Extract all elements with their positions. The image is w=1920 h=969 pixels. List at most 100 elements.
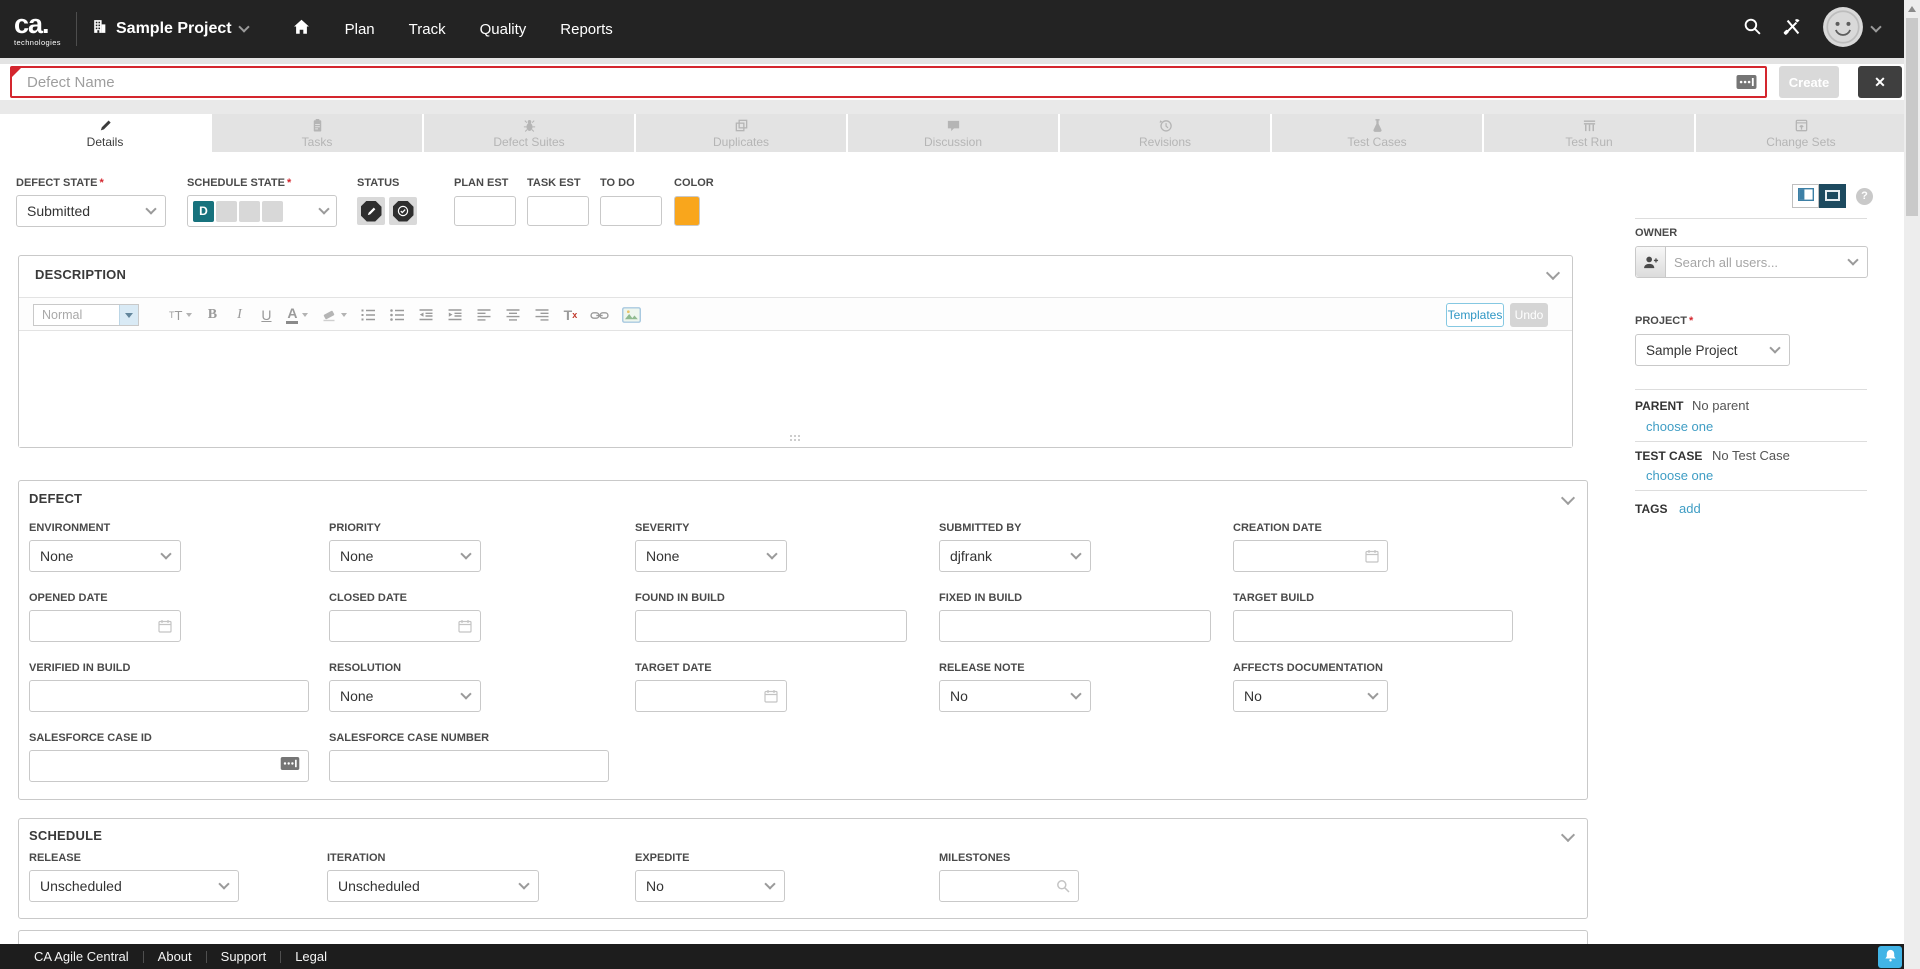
resolution-select[interactable]: None (329, 680, 481, 712)
affects-documentation-select[interactable]: No (1233, 680, 1388, 712)
help-button[interactable]: ? (1856, 188, 1873, 205)
release-label: RELEASE (29, 852, 81, 864)
fullscreen-editor-icon[interactable] (1736, 75, 1757, 94)
nav-item-track[interactable]: Track (409, 21, 446, 38)
status-label: STATUS (357, 177, 399, 189)
align-left-icon[interactable] (476, 308, 492, 322)
templates-button[interactable]: Templates (1446, 303, 1504, 327)
scroll-up-arrow[interactable] (1908, 6, 1916, 12)
collapse-chevron-icon[interactable] (1546, 266, 1560, 280)
collapse-chevron-icon[interactable] (1561, 491, 1575, 505)
task-est-input[interactable] (527, 196, 589, 226)
align-right-icon[interactable] (534, 308, 550, 322)
release-note-select[interactable]: No (939, 680, 1091, 712)
footer-link-support[interactable]: Support (221, 949, 267, 964)
layout-full-toggle[interactable] (1819, 184, 1846, 208)
chevron-down-icon (518, 878, 529, 889)
schedule-state-select[interactable]: D (187, 195, 337, 227)
search-icon[interactable] (1743, 17, 1762, 41)
font-size-button[interactable]: TT (169, 308, 192, 323)
tags-add-link[interactable]: add (1679, 501, 1701, 516)
environment-select[interactable]: None (29, 540, 181, 572)
project-chooser-label: Sample Project (116, 20, 232, 38)
status-blocked-button[interactable] (357, 197, 385, 225)
milestones-search-input[interactable] (939, 870, 1079, 902)
owner-combobox[interactable] (1635, 246, 1868, 278)
eraser-button[interactable] (321, 308, 347, 322)
tab-tasks[interactable]: Tasks (212, 114, 422, 152)
footer-link-about[interactable]: About (158, 949, 192, 964)
layout-split-toggle[interactable] (1792, 184, 1819, 208)
iteration-select[interactable]: Unscheduled (327, 870, 539, 902)
notifications-button[interactable] (1878, 946, 1902, 968)
footer-link-ca-agile-central[interactable]: CA Agile Central (34, 949, 129, 964)
undo-button[interactable]: Undo (1510, 303, 1548, 327)
scrollbar-thumb[interactable] (1906, 18, 1918, 216)
resize-grip[interactable] (790, 435, 802, 443)
defect-state-select[interactable]: Submitted (16, 195, 166, 227)
tools-icon[interactable] (1782, 17, 1802, 42)
bold-button[interactable]: B (205, 307, 219, 323)
calendar-icon (158, 619, 172, 633)
link-icon[interactable] (590, 310, 609, 321)
user-menu[interactable] (1822, 6, 1880, 53)
bullet-list-icon[interactable] (389, 308, 405, 322)
create-button[interactable]: Create (1779, 66, 1839, 98)
italic-button[interactable]: I (232, 307, 246, 323)
insert-image-icon[interactable] (622, 307, 641, 323)
collapse-chevron-icon[interactable] (1561, 828, 1575, 842)
creation-date-input[interactable] (1233, 540, 1388, 572)
tab-test-run[interactable]: Test Run (1484, 114, 1694, 152)
tab-defect-suites[interactable]: Defect Suites (424, 114, 634, 152)
project-chooser[interactable]: Sample Project (91, 18, 248, 40)
target-build-input[interactable] (1233, 610, 1513, 642)
tab-discussion[interactable]: Discussion (848, 114, 1058, 152)
font-color-button[interactable]: A (286, 306, 308, 324)
indent-icon[interactable] (447, 308, 463, 322)
description-editor[interactable] (19, 332, 1572, 447)
color-swatch[interactable] (674, 196, 700, 226)
align-center-icon[interactable] (505, 308, 521, 322)
found-in-build-input[interactable] (635, 610, 907, 642)
tab-test-cases[interactable]: Test Cases (1272, 114, 1482, 152)
closed-date-input[interactable] (329, 610, 481, 642)
nav-item-quality[interactable]: Quality (480, 21, 527, 38)
nav-item-reports[interactable]: Reports (560, 21, 613, 38)
add-user-icon[interactable] (1636, 247, 1666, 277)
verified-in-build-input[interactable] (29, 680, 309, 712)
project-select[interactable]: Sample Project (1635, 334, 1790, 366)
fullscreen-editor-icon[interactable] (280, 757, 300, 775)
outdent-icon[interactable] (418, 308, 434, 322)
tab-details[interactable]: Details (0, 114, 210, 152)
to-do-input[interactable] (600, 196, 662, 226)
tab-revisions[interactable]: Revisions (1060, 114, 1270, 152)
home-button[interactable] (292, 18, 311, 41)
release-select[interactable]: Unscheduled (29, 870, 239, 902)
parent-choose-link[interactable]: choose one (1646, 419, 1713, 434)
status-ready-button[interactable] (389, 197, 417, 225)
underline-button[interactable]: U (259, 307, 273, 323)
close-button[interactable]: ✕ (1858, 66, 1902, 98)
salesforce-case-id-input[interactable] (29, 750, 309, 782)
plan-est-input[interactable] (454, 196, 516, 226)
remove-format-button[interactable]: Tx (563, 307, 577, 323)
target-date-input[interactable] (635, 680, 787, 712)
owner-search-input[interactable] (1666, 255, 1849, 270)
defect-name-input[interactable] (10, 66, 1767, 98)
tab-change-sets[interactable]: Change Sets (1696, 114, 1906, 152)
fixed-in-build-input[interactable] (939, 610, 1211, 642)
ordered-list-icon[interactable] (360, 308, 376, 322)
format-select[interactable]: Normal (33, 304, 139, 326)
expedite-select[interactable]: No (635, 870, 785, 902)
verified-in-build-label: VERIFIED IN BUILD (29, 662, 130, 674)
salesforce-case-number-input[interactable] (329, 750, 609, 782)
priority-select[interactable]: None (329, 540, 481, 572)
severity-select[interactable]: None (635, 540, 787, 572)
footer-link-legal[interactable]: Legal (295, 949, 327, 964)
tab-duplicates[interactable]: Duplicates (636, 114, 846, 152)
submitted-by-select[interactable]: djfrank (939, 540, 1091, 572)
opened-date-input[interactable] (29, 610, 181, 642)
test-case-choose-link[interactable]: choose one (1646, 468, 1713, 483)
creation-date-label: CREATION DATE (1233, 522, 1322, 534)
nav-item-plan[interactable]: Plan (345, 21, 375, 38)
